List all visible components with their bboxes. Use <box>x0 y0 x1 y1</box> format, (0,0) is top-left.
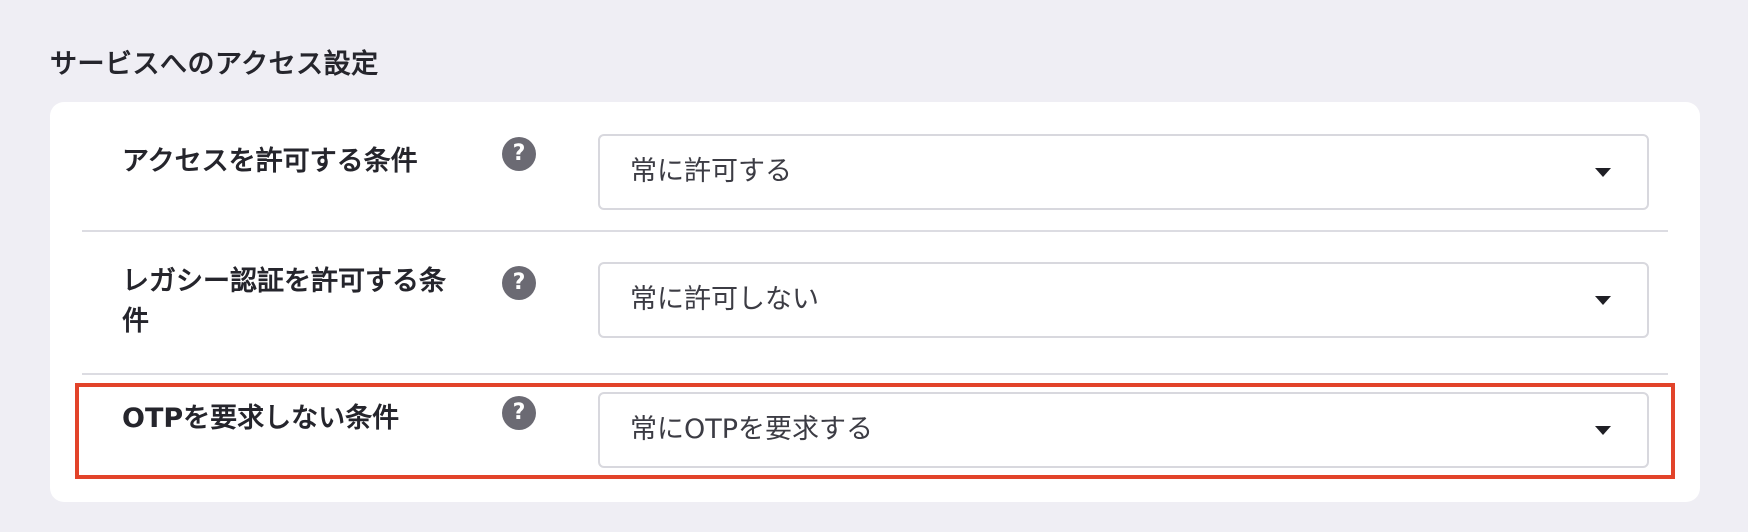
setting-row-otp-exempt: OTPを要求しない条件 ? 常にOTPを要求する <box>82 375 1668 502</box>
allow-access-select[interactable]: 常に許可する <box>598 134 1649 210</box>
legacy-auth-select[interactable]: 常に許可しない <box>598 262 1649 338</box>
select-value: 常に許可する <box>630 156 792 187</box>
chevron-down-icon <box>1595 296 1611 305</box>
help-icon[interactable]: ? <box>502 396 536 430</box>
access-settings-card: アクセスを許可する条件 ? 常に許可する レガシー認証を許可する条件 ? 常に許… <box>50 102 1700 502</box>
select-value: 常にOTPを要求する <box>630 414 874 445</box>
setting-row-legacy-auth: レガシー認証を許可する条件 ? 常に許可しない <box>82 232 1668 375</box>
help-icon[interactable]: ? <box>502 137 536 171</box>
setting-label: レガシー認証を許可する条件 <box>122 266 446 337</box>
help-icon[interactable]: ? <box>502 266 536 300</box>
chevron-down-icon <box>1595 168 1611 177</box>
setting-label: アクセスを許可する条件 <box>122 146 418 177</box>
select-value: 常に許可しない <box>630 284 819 315</box>
setting-label: OTPを要求しない条件 <box>122 403 400 434</box>
otp-exempt-select[interactable]: 常にOTPを要求する <box>598 392 1649 468</box>
setting-row-allow-access: アクセスを許可する条件 ? 常に許可する <box>82 102 1668 232</box>
section-title: サービスへのアクセス設定 <box>50 49 379 80</box>
chevron-down-icon <box>1595 426 1611 435</box>
